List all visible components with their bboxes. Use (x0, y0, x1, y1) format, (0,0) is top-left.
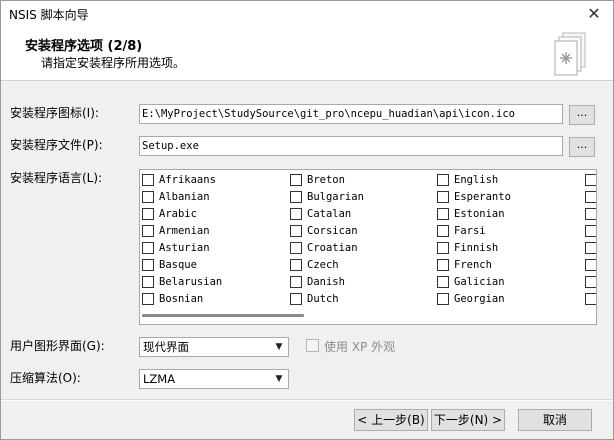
next-button[interactable]: 下一步(N) > (431, 409, 505, 431)
language-name: Danish (307, 276, 345, 288)
checkbox[interactable] (437, 208, 449, 220)
checkbox[interactable] (585, 259, 596, 271)
checkbox[interactable] (437, 259, 449, 271)
language-name: Farsi (454, 225, 486, 237)
checkbox[interactable] (290, 242, 302, 254)
checkbox[interactable] (142, 276, 154, 288)
icon-path-input[interactable]: E:\MyProject\StudySource\git_pro\ncepu_h… (139, 104, 563, 124)
checkbox[interactable] (142, 259, 154, 271)
checkbox[interactable] (585, 208, 596, 220)
compression-select-value: LZMA (143, 372, 176, 386)
checkbox[interactable] (585, 293, 596, 305)
language-name: English (454, 174, 499, 186)
language-name: Croatian (307, 242, 358, 254)
checkbox[interactable] (290, 259, 302, 271)
language-name: French (454, 259, 492, 271)
checkbox[interactable] (437, 191, 449, 203)
checkbox[interactable] (585, 174, 596, 186)
wizard-document-icon (554, 32, 586, 76)
language-name: Georgian (454, 293, 505, 305)
chevron-down-icon: ▼ (275, 342, 283, 352)
title-bar: NSIS 脚本向导 ✕ (1, 1, 613, 27)
language-name: Belarusian (159, 276, 223, 288)
checkbox[interactable] (437, 174, 449, 186)
file-label: 安装程序文件(P): (10, 138, 103, 152)
language-name: Catalan (307, 208, 352, 220)
language-name: Esperanto (454, 191, 511, 203)
wizard-header: 安装程序选项 (2/8) 请指定安装程序所用选项。 (1, 27, 613, 81)
checkbox[interactable] (142, 208, 154, 220)
language-label: 安装程序语言(L): (10, 171, 103, 185)
language-name: Breton (307, 174, 345, 186)
chevron-down-icon: ▼ (275, 374, 283, 384)
language-name: Galician (454, 276, 505, 288)
checkbox[interactable] (290, 174, 302, 186)
checkbox[interactable] (437, 225, 449, 237)
compression-select[interactable]: LZMA ▼ (139, 369, 289, 389)
back-button[interactable]: < 上一步(B) (354, 409, 428, 431)
checkbox[interactable] (437, 242, 449, 254)
language-list[interactable]: Afrikaans Albanian Arabic Armenian Asturian B… (139, 169, 597, 325)
checkbox[interactable] (585, 191, 596, 203)
cancel-button[interactable]: 取消 (518, 409, 592, 431)
language-name: Armenian (159, 225, 210, 237)
installer-file-input[interactable]: Setup.exe (139, 136, 563, 156)
close-icon[interactable]: ✕ (579, 3, 609, 25)
checkbox[interactable] (585, 276, 596, 288)
language-name: Albanian (159, 191, 210, 203)
language-name: Estonian (454, 208, 505, 220)
xp-style-label: 使用 XP 外观 (324, 340, 396, 354)
checkbox[interactable] (437, 276, 449, 288)
checkbox[interactable] (142, 174, 154, 186)
checkbox[interactable] (290, 293, 302, 305)
browse-file-button[interactable]: ... (569, 137, 595, 157)
wizard-window: NSIS 脚本向导 ✕ 安装程序选项 (2/8) 请指定安装程序所用选项。 安装… (0, 0, 614, 440)
horizontal-scrollbar[interactable] (142, 314, 304, 317)
gui-select-value: 现代界面 (143, 340, 189, 354)
gui-select[interactable]: 现代界面 ▼ (139, 337, 289, 357)
language-name: Basque (159, 259, 197, 271)
checkbox[interactable] (290, 225, 302, 237)
checkbox[interactable] (290, 191, 302, 203)
language-name: Bulgarian (307, 191, 364, 203)
checkbox[interactable] (142, 225, 154, 237)
checkbox[interactable] (290, 208, 302, 220)
language-name: Bosnian (159, 293, 204, 305)
page-subtitle: 请指定安装程序所用选项。 (41, 56, 186, 70)
checkbox[interactable] (585, 225, 596, 237)
gui-label: 用户图形界面(G): (10, 339, 105, 353)
checkbox[interactable] (142, 293, 154, 305)
language-name: Corsican (307, 225, 358, 237)
language-name: Afrikaans (159, 174, 216, 186)
checkbox[interactable] (437, 293, 449, 305)
checkbox[interactable] (585, 242, 596, 254)
window-title: NSIS 脚本向导 (9, 8, 89, 22)
xp-style-checkbox (306, 339, 319, 352)
language-name: Czech (307, 259, 339, 271)
page-title: 安装程序选项 (2/8) (25, 39, 143, 54)
icon-label: 安装程序图标(I): (10, 106, 99, 120)
language-name: Dutch (307, 293, 339, 305)
checkbox[interactable] (142, 242, 154, 254)
checkbox[interactable] (142, 191, 154, 203)
language-name: Finnish (454, 242, 499, 254)
browse-icon-button[interactable]: ... (569, 105, 595, 125)
compression-label: 压缩算法(O): (10, 371, 81, 385)
language-name: Arabic (159, 208, 197, 220)
language-name: Asturian (159, 242, 210, 254)
checkbox[interactable] (290, 276, 302, 288)
